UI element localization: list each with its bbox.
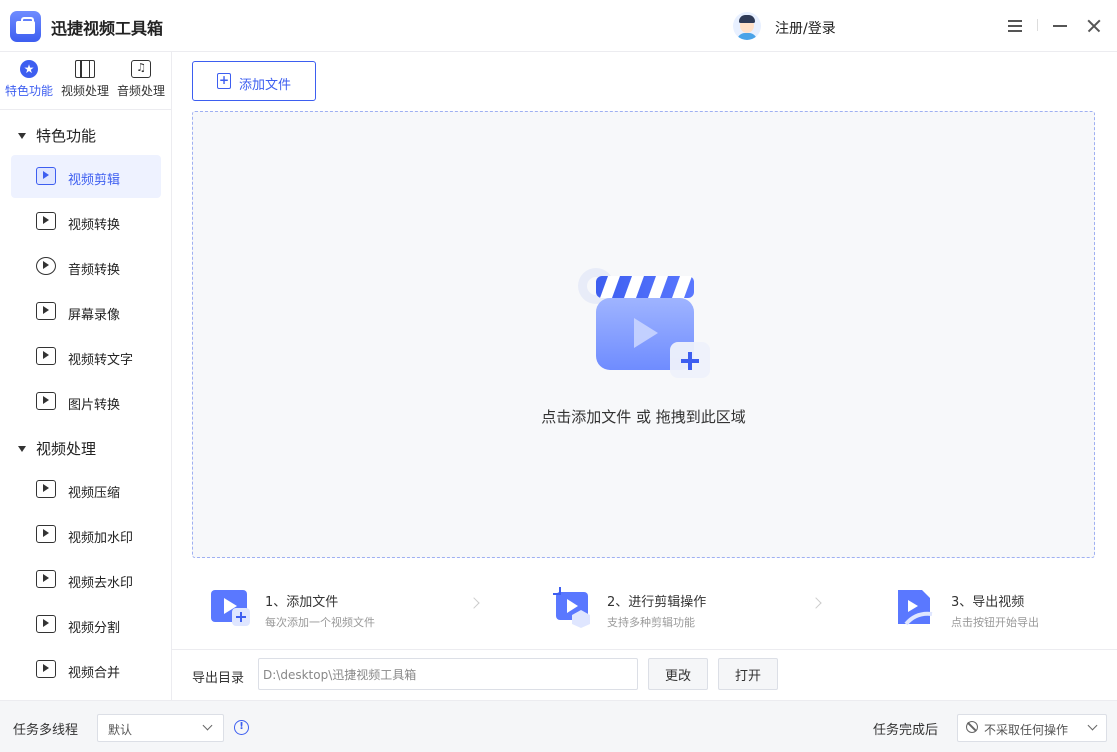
tab-featured[interactable]: ★ 特色功能 — [1, 60, 57, 104]
tab-video-processing[interactable]: 视频处理 — [57, 60, 113, 104]
hamburger-menu-icon[interactable] — [1003, 14, 1027, 38]
ban-icon — [966, 721, 978, 733]
tab-label: 视频处理 — [60, 84, 109, 98]
change-dir-button[interactable]: 更改 — [648, 658, 708, 690]
clapperboard-icon — [578, 268, 710, 378]
sidebar-item-audio-convert[interactable]: 音频转换 — [11, 245, 161, 288]
multithread-label: 任务多线程 — [13, 723, 79, 738]
section-header-featured[interactable]: 特色功能 — [18, 125, 96, 146]
screen-record-icon — [36, 302, 56, 320]
status-footer: 任务多线程 默认 ! 任务完成后 不采取任何操作 — [0, 700, 1117, 752]
close-icon[interactable] — [1082, 14, 1106, 38]
file-drop-zone[interactable]: 点击添加文件 或 拖拽到此区域 — [192, 111, 1095, 558]
chevron-down-icon — [202, 720, 213, 731]
sidebar-item-screen-record[interactable]: 屏幕录像 — [11, 290, 161, 333]
tab-label: 音频处理 — [116, 84, 165, 98]
sidebar-item-video-convert[interactable]: 视频转换 — [11, 200, 161, 243]
export-dir-label: 导出目录 — [192, 671, 245, 686]
multithread-select[interactable]: 默认 — [97, 714, 224, 742]
add-video-icon — [211, 590, 250, 626]
film-icon — [75, 60, 95, 78]
tab-audio-processing[interactable]: ♫ 音频处理 — [113, 60, 169, 104]
chevron-right-icon — [468, 597, 480, 609]
login-link[interactable]: 注册/登录 — [775, 18, 836, 38]
sidebar-item-remove-watermark[interactable]: 视频去水印 — [11, 558, 161, 601]
title-bar: 迅捷视频工具箱 注册/登录 — [0, 0, 1117, 52]
sidebar-item-add-watermark[interactable]: 视频加水印 — [11, 513, 161, 556]
main-panel: + 添加文件 点击添加文件 或 拖拽到此区域 1、添加文件 每次添加一个视频文件… — [172, 52, 1117, 700]
drop-zone-hint: 点击添加文件 或 拖拽到此区域 — [541, 408, 746, 426]
category-tabs: ★ 特色功能 视频处理 ♫ 音频处理 — [0, 52, 171, 110]
audio-wave-icon — [36, 257, 56, 275]
video-to-text-icon — [36, 347, 56, 365]
add-watermark-icon — [36, 525, 56, 543]
after-task-label: 任务完成后 — [873, 723, 939, 738]
caret-down-icon — [18, 446, 26, 452]
add-file-button[interactable]: + 添加文件 — [192, 61, 316, 101]
export-bar: 导出目录 更改 打开 — [172, 649, 1117, 700]
sidebar-item-video-compress[interactable]: 视频压缩 — [11, 468, 161, 511]
workflow-steps: 1、添加文件 每次添加一个视频文件 2、进行剪辑操作 支持多种剪辑功能 3、导出… — [192, 572, 1095, 648]
image-icon — [36, 392, 56, 410]
open-dir-button[interactable]: 打开 — [718, 658, 778, 690]
divider — [1037, 19, 1038, 31]
music-icon: ♫ — [131, 60, 151, 78]
info-icon[interactable]: ! — [234, 720, 249, 735]
app-title: 迅捷视频工具箱 — [51, 19, 164, 38]
video-edit-icon — [36, 167, 56, 185]
video-convert-icon — [36, 212, 56, 230]
sidebar-item-video-to-text[interactable]: 视频转文字 — [11, 335, 161, 378]
minimize-icon[interactable] — [1048, 14, 1072, 38]
after-task-select[interactable]: 不采取任何操作 — [957, 714, 1107, 742]
split-icon — [36, 615, 56, 633]
toolbox-logo-icon — [10, 11, 41, 42]
add-file-icon: + — [217, 73, 231, 89]
caret-down-icon — [18, 133, 26, 139]
merge-icon — [36, 660, 56, 678]
sidebar-item-image-convert[interactable]: 图片转换 — [11, 380, 161, 423]
sidebar: ★ 特色功能 视频处理 ♫ 音频处理 特色功能 视频剪辑 视频转换 音频转换 屏… — [0, 52, 172, 700]
chevron-right-icon — [810, 597, 822, 609]
remove-watermark-icon — [36, 570, 56, 588]
sidebar-item-video-edit[interactable]: 视频剪辑 — [11, 155, 161, 198]
export-video-icon — [898, 590, 933, 626]
video-compress-icon — [36, 480, 56, 498]
star-icon: ★ — [20, 60, 38, 78]
sidebar-item-video-split[interactable]: 视频分割 — [11, 603, 161, 646]
user-avatar[interactable] — [733, 12, 761, 40]
export-path-input[interactable] — [258, 658, 638, 690]
crop-video-icon — [553, 587, 590, 628]
sidebar-item-video-merge[interactable]: 视频合并 — [11, 648, 161, 691]
chevron-down-icon — [1087, 720, 1098, 731]
section-header-video-processing[interactable]: 视频处理 — [18, 438, 96, 459]
tab-label: 特色功能 — [4, 84, 53, 98]
